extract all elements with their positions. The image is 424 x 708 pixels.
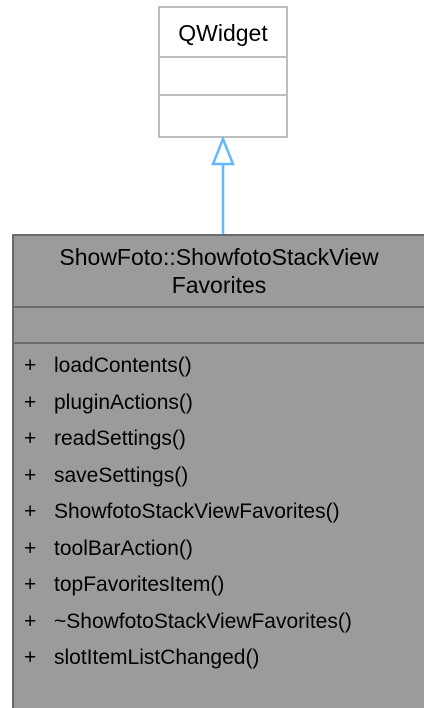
member-name: slotItemListChanged() — [54, 646, 260, 669]
member-read-settings: + readSettings() — [14, 421, 424, 458]
member-top-favorites-item: + topFavoritesItem() — [14, 567, 424, 604]
member-tool-bar-action: + toolBarAction() — [14, 531, 424, 568]
member-name: topFavoritesItem() — [54, 573, 225, 596]
member-visibility: + — [24, 573, 37, 596]
derived-class-name-line1: ShowFoto::ShowfotoStackView — [59, 244, 379, 270]
base-class-operations — [160, 96, 286, 136]
member-visibility: + — [24, 354, 37, 377]
inheritance-arrow — [211, 136, 235, 236]
member-slot-item-list-changed: + slotItemListChanged() — [14, 640, 424, 677]
member-name: ShowfotoStackViewFavorites() — [54, 500, 340, 523]
derived-class-attributes — [14, 308, 424, 344]
base-class-qwidget: QWidget — [158, 6, 288, 138]
derived-class-name-line2: Favorites — [171, 272, 267, 298]
member-destructor: + ~ShowfotoStackViewFavorites() — [14, 604, 424, 641]
derived-class-showfoto-stack-view-favorites: ShowFoto::ShowfotoStackView Favorites + l… — [12, 234, 424, 708]
base-class-name: QWidget — [160, 8, 286, 58]
base-class-attributes — [160, 58, 286, 96]
member-visibility: + — [24, 463, 37, 487]
derived-class-name: ShowFoto::ShowfotoStackView Favorites — [14, 236, 424, 308]
member-plugin-actions: + pluginActions() — [14, 385, 424, 422]
member-save-settings: + saveSettings() — [14, 458, 424, 495]
member-visibility: + — [24, 500, 37, 523]
member-visibility: + — [24, 609, 37, 633]
member-name: ~ShowfotoStackViewFavorites() — [54, 609, 352, 633]
member-constructor: + ShowfotoStackViewFavorites() — [14, 494, 424, 531]
member-name: readSettings() — [54, 427, 186, 450]
member-visibility: + — [24, 390, 37, 414]
member-name: loadContents() — [54, 354, 192, 377]
inheritance-arrow-head — [211, 136, 235, 166]
member-visibility: + — [24, 646, 37, 669]
derived-class-operations: + loadContents() + pluginActions() + readSe… — [14, 344, 424, 677]
member-name: saveSettings() — [54, 463, 189, 487]
member-name: toolBarAction() — [54, 536, 193, 560]
member-name: pluginActions() — [54, 390, 193, 414]
member-visibility: + — [24, 536, 37, 560]
member-load-contents: + loadContents() — [14, 348, 424, 385]
member-visibility: + — [24, 427, 37, 450]
